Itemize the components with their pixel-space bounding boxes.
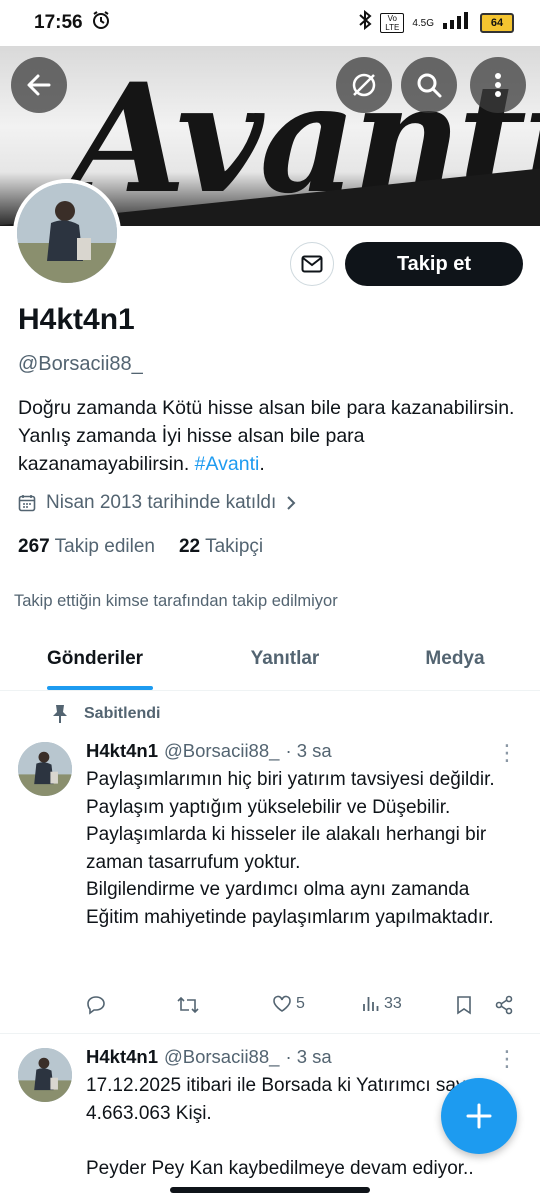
tab-media-label: Medya — [425, 648, 485, 669]
like-count: 5 — [296, 995, 305, 1012]
reply-button[interactable] — [86, 995, 106, 1015]
pin-icon — [53, 705, 67, 723]
bio-text: Doğru zamanda Kötü hisse alsan bile para… — [18, 397, 515, 475]
avatar-image — [17, 183, 117, 283]
joined-date: Nisan 2013 tarihinde katıldı — [46, 492, 277, 513]
following-count: 267 — [18, 536, 50, 557]
pinned-label: Sabitlendi — [84, 705, 161, 722]
heart-icon — [273, 995, 291, 1012]
tab-replies-label: Yanıtlar — [250, 648, 320, 669]
tweet-author-handle: @Borsacii88_ — [163, 1046, 280, 1067]
tab-media[interactable]: Medya — [370, 628, 540, 690]
tab-posts-label: Gönderiler — [47, 648, 144, 669]
tweet-avatar[interactable] — [18, 1048, 72, 1102]
grok-button[interactable] — [336, 57, 392, 113]
profile-tabs: Gönderiler Yanıtlar Medya — [0, 628, 540, 691]
tweet-more-icon[interactable]: ⋮ — [496, 1046, 518, 1072]
search-icon — [417, 73, 442, 98]
follow-button[interactable]: Takip et — [345, 242, 523, 286]
tweet-author-handle: @Borsacii88_ — [163, 740, 280, 761]
share-icon — [495, 995, 513, 1015]
avatar-image — [18, 1048, 72, 1102]
follow-stats: 267 Takip edilen 22 Takipçi — [18, 536, 263, 558]
tweet-time: · 3 sa — [285, 740, 332, 761]
back-arrow-icon — [27, 74, 51, 96]
plus-icon — [466, 1103, 492, 1129]
joined-date-row[interactable]: Nisan 2013 tarihinde katıldı — [18, 492, 296, 514]
network-label: 4.5G — [412, 17, 434, 29]
mail-icon — [301, 255, 323, 273]
profile-name: H4kt4n1 — [18, 303, 135, 336]
profile-handle: @Borsacii88_ — [18, 353, 143, 375]
tweet-header: H4kt4n1 @Borsacii88_ · 3 sa — [86, 1046, 332, 1068]
tweet-header: H4kt4n1 @Borsacii88_ · 3 sa — [86, 740, 332, 762]
search-button[interactable] — [401, 57, 457, 113]
tab-replies[interactable]: Yanıtlar — [200, 628, 370, 690]
tab-posts[interactable]: Gönderiler — [0, 628, 200, 690]
bio-end: . — [259, 453, 265, 475]
more-vertical-icon — [495, 73, 501, 97]
battery-icon: 64 — [480, 13, 514, 33]
views-button[interactable]: 33 — [362, 995, 402, 1013]
following-label: Takip edilen — [54, 536, 155, 557]
chevron-right-icon — [287, 496, 296, 510]
tweet-text: Paylaşımlarımın hiç biri yatırım tavsiye… — [86, 769, 495, 928]
grok-icon — [352, 73, 376, 97]
repost-button[interactable] — [176, 995, 200, 1015]
repost-icon — [177, 996, 199, 1014]
signal-icon — [442, 11, 472, 35]
not-followed-note: Takip ettiğin kimse tarafından takip edi… — [14, 592, 338, 610]
like-button[interactable]: 5 — [272, 995, 305, 1013]
back-button[interactable] — [11, 57, 67, 113]
avatar-image — [18, 742, 72, 796]
volte-icon: Vo LTE — [380, 13, 405, 33]
views-count: 33 — [384, 995, 402, 1012]
bluetooth-icon — [358, 9, 372, 36]
bookmark-button[interactable] — [456, 995, 472, 1015]
tweet-author-name[interactable]: H4kt4n1 — [86, 1046, 158, 1068]
following-link[interactable]: 267 Takip edilen — [18, 536, 155, 558]
active-tab-indicator — [47, 686, 153, 690]
tweet-actions: 5 33 — [86, 995, 516, 1023]
bio-hashtag-link[interactable]: #Avanti — [195, 453, 260, 475]
share-button[interactable] — [494, 995, 514, 1015]
followers-link[interactable]: 22 Takipçi — [179, 536, 263, 558]
message-button[interactable] — [290, 242, 334, 286]
status-time: 17:56 — [34, 12, 83, 33]
tweet-divider — [0, 1033, 540, 1034]
tweet-author-name[interactable]: H4kt4n1 — [86, 740, 158, 762]
views-icon — [363, 997, 379, 1011]
reply-icon — [87, 996, 105, 1015]
alarm-icon — [91, 10, 111, 36]
profile-avatar[interactable] — [13, 179, 121, 287]
tweet-avatar[interactable] — [18, 742, 72, 796]
pinned-indicator: Sabitlendi — [52, 704, 160, 724]
more-options-button[interactable] — [470, 57, 526, 113]
bookmark-icon — [457, 996, 471, 1015]
tweet-time: · 3 sa — [285, 1046, 332, 1067]
followers-count: 22 — [178, 536, 201, 557]
compose-button[interactable] — [441, 1078, 517, 1154]
calendar-icon — [18, 495, 36, 512]
tweet-more-icon[interactable]: ⋮ — [496, 740, 518, 766]
status-bar: 17:56 Vo LTE 4.5G 64 — [0, 0, 540, 46]
profile-bio: Doğru zamanda Kötü hisse alsan bile para… — [18, 394, 518, 478]
followers-label: Takipçi — [205, 536, 264, 557]
gesture-bar[interactable] — [170, 1187, 370, 1193]
